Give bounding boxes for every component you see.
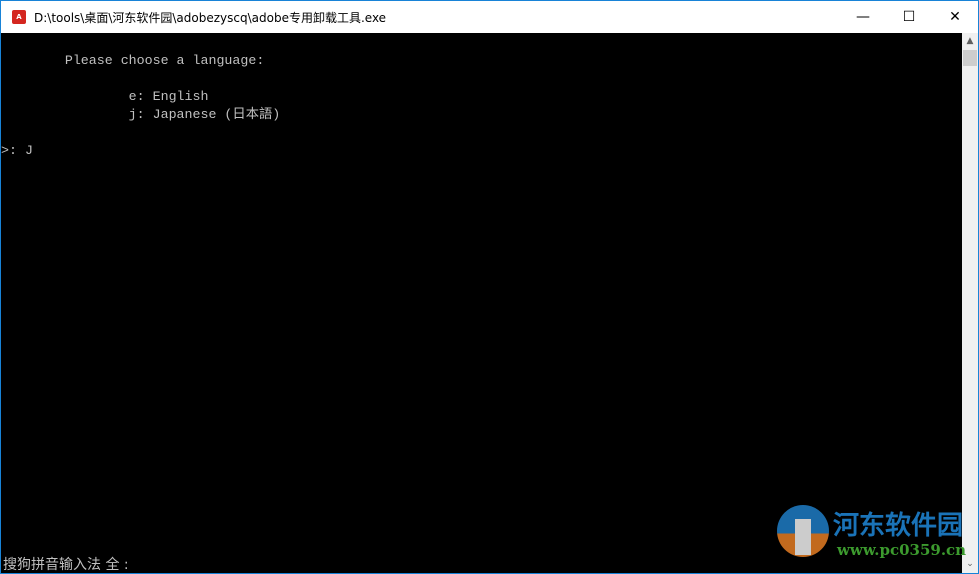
maximize-button[interactable]: ☐ xyxy=(886,1,932,33)
title-bar[interactable]: A D:\tools\桌面\河东软件园\adobezyscq\adobe专用卸载… xyxy=(1,1,978,33)
option-english: e: English xyxy=(1,89,209,104)
watermark-name: 河东软件园 xyxy=(833,511,964,541)
minimize-button[interactable]: — xyxy=(840,1,886,33)
watermark: 河东软件园 www.pc0359.cn xyxy=(775,501,967,561)
option-japanese: j: Japanese (日本語) xyxy=(1,107,281,122)
scroll-up-icon[interactable]: ▲ xyxy=(962,33,978,50)
close-button[interactable]: ✕ xyxy=(932,1,978,33)
console-output[interactable]: Please choose a language: e: English j: … xyxy=(1,33,962,573)
vertical-scrollbar[interactable]: ▲ ⌄ xyxy=(962,33,978,573)
input-line[interactable]: >: J xyxy=(1,142,33,160)
window-title: D:\tools\桌面\河东软件园\adobezyscq\adobe专用卸载工具… xyxy=(34,11,387,25)
console-window: A D:\tools\桌面\河东软件园\adobezyscq\adobe专用卸载… xyxy=(0,0,979,574)
adobe-icon: A xyxy=(12,10,26,24)
watermark-logo-icon xyxy=(777,505,829,557)
watermark-url: www.pc0359.cn xyxy=(837,541,967,559)
prompt-heading: Please choose a language: xyxy=(1,53,265,68)
scroll-thumb[interactable] xyxy=(963,50,977,66)
ime-status: 搜狗拼音输入法 全 : xyxy=(3,557,129,573)
